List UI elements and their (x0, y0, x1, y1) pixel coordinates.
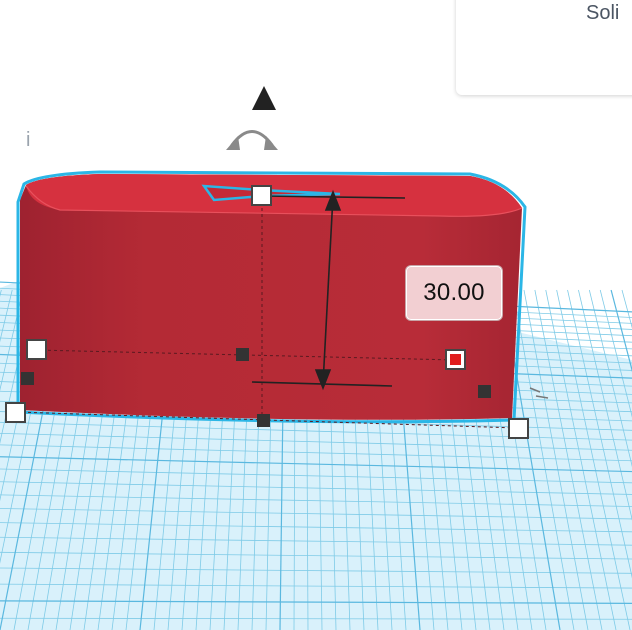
corner-handle-left[interactable] (5, 402, 26, 423)
mid-handle-right[interactable] (478, 385, 491, 398)
top-handle[interactable] (251, 185, 272, 206)
dimension-value-box[interactable]: 30.00 (406, 266, 502, 320)
mid-handle-bottom[interactable] (257, 414, 270, 427)
mid-handle-center[interactable] (236, 348, 249, 361)
selected-handle[interactable] (445, 349, 466, 370)
shape-properties-panel[interactable]: Soli (456, 0, 632, 95)
rotate-arrow-icon[interactable] (226, 130, 278, 151)
mid-handle-left[interactable] (21, 372, 34, 385)
left-handle[interactable] (26, 339, 47, 360)
small-marker-icon: i (26, 129, 31, 151)
corner-handle-right[interactable] (508, 418, 529, 439)
arrow-up-icon[interactable] (252, 86, 276, 110)
panel-title: Soli (586, 2, 620, 24)
